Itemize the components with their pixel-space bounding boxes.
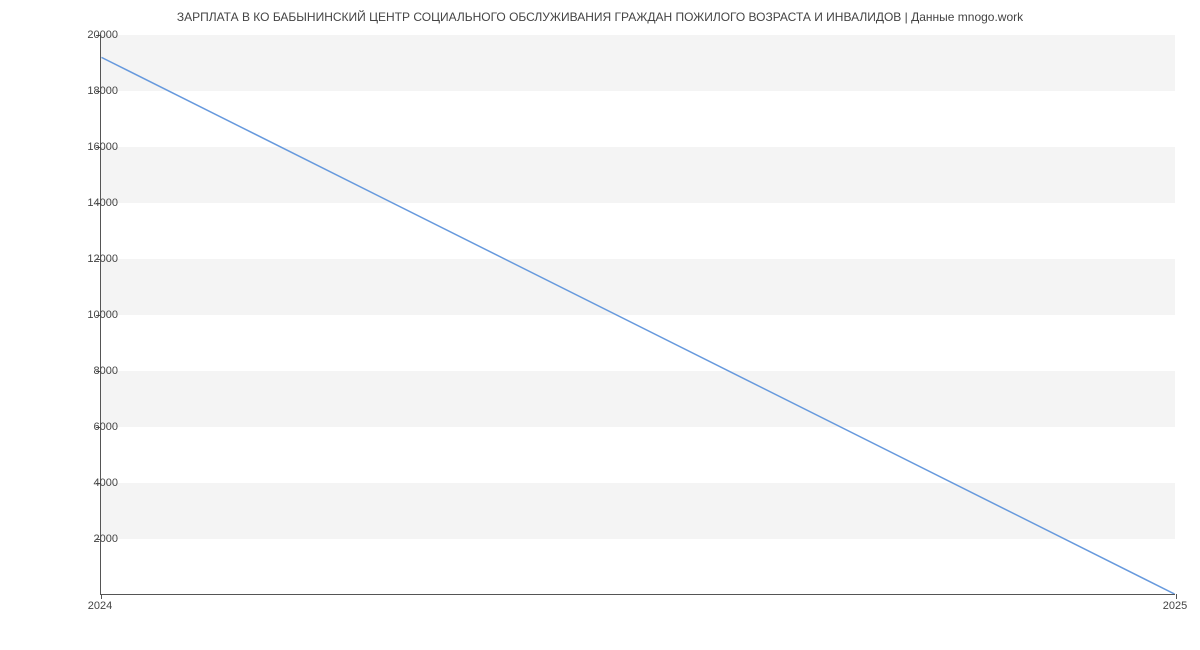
y-tick-label: 2000 (94, 533, 118, 545)
grid-band (101, 259, 1175, 315)
y-tick-label: 6000 (94, 421, 118, 433)
x-tick-label: 2025 (1163, 600, 1187, 612)
x-tick-label: 2024 (88, 600, 112, 612)
y-tick-label: 16000 (87, 141, 118, 153)
y-tick-label: 4000 (94, 477, 118, 489)
y-tick-label: 8000 (94, 365, 118, 377)
chart-plot-area (100, 35, 1175, 595)
grid-band (101, 371, 1175, 427)
y-tick-label: 20000 (87, 29, 118, 41)
x-tick-mark (1176, 594, 1177, 599)
chart-title: ЗАРПЛАТА В КО БАБЫНИНСКИЙ ЦЕНТР СОЦИАЛЬН… (0, 0, 1200, 24)
plot-area (100, 35, 1175, 595)
grid-band (101, 147, 1175, 203)
y-tick-label: 14000 (87, 197, 118, 209)
y-tick-label: 10000 (87, 309, 118, 321)
grid-band (101, 483, 1175, 539)
y-tick-label: 18000 (87, 85, 118, 97)
x-tick-mark (101, 594, 102, 599)
grid-band (101, 35, 1175, 91)
y-tick-label: 12000 (87, 253, 118, 265)
